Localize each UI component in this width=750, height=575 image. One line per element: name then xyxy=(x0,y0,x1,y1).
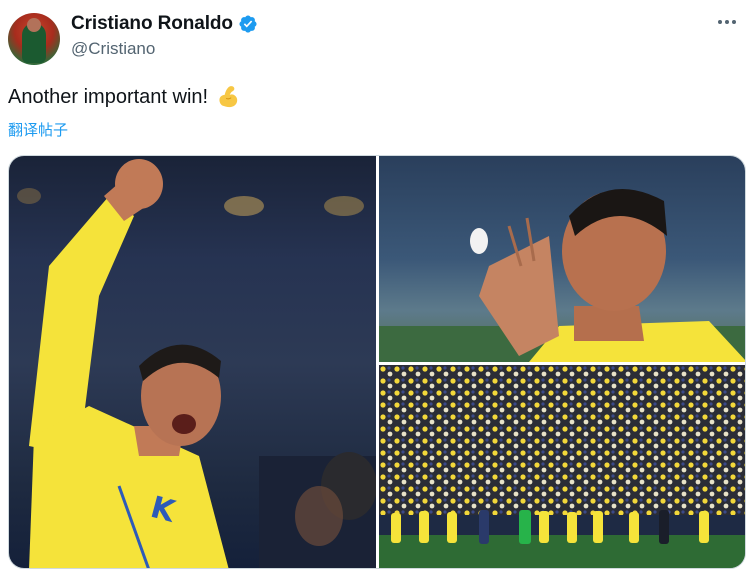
tweet-text: Another important win! xyxy=(8,85,209,108)
translate-post-link[interactable]: 翻译帖子 xyxy=(8,119,68,140)
applause-photo[interactable] xyxy=(379,156,745,362)
flexed-biceps-icon xyxy=(219,86,238,108)
avatar-head xyxy=(27,18,41,32)
more-options-icon[interactable] xyxy=(712,10,742,34)
media-grid: K xyxy=(8,155,746,569)
author-handle[interactable]: @Cristiano xyxy=(71,39,155,59)
fans-stadium-photo[interactable] xyxy=(379,365,745,568)
author-name-row: Cristiano Ronaldo xyxy=(71,13,258,35)
avatar[interactable] xyxy=(8,13,60,65)
display-name[interactable]: Cristiano Ronaldo xyxy=(71,13,233,35)
verified-badge-icon xyxy=(239,15,257,33)
celebration-fist-photo[interactable]: K xyxy=(9,156,376,568)
tweet-text-row: Another important win! xyxy=(8,84,242,110)
